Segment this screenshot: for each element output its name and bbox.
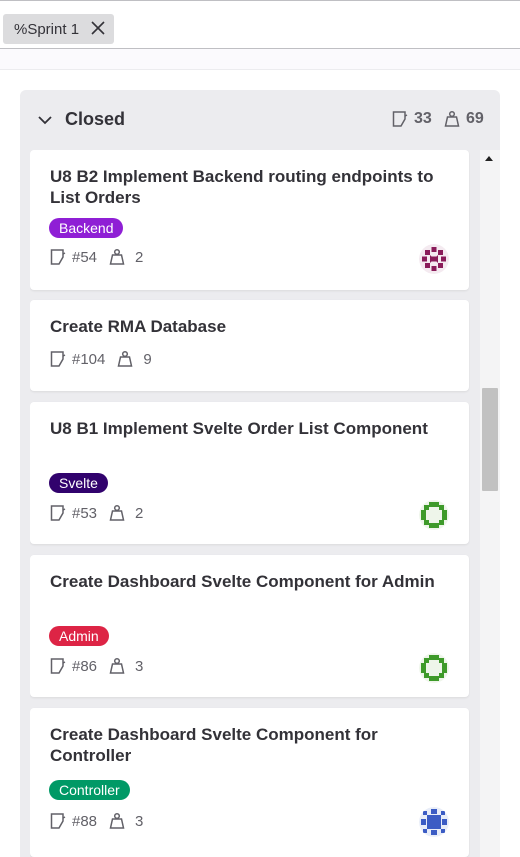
issue-card[interactable]: U8 B2 Implement Backend routing endpoint… — [30, 150, 469, 290]
issue-meta: #88 3 — [50, 812, 143, 830]
board-toolbar-strip — [0, 49, 520, 70]
weight-icon — [117, 350, 133, 367]
filter-bar: %Sprint 1 — [0, 0, 520, 49]
issue-count: 33 — [392, 110, 432, 128]
issue-meta: #53 2 — [50, 504, 143, 522]
weight-icon — [109, 657, 125, 674]
issue-title[interactable]: U8 B2 Implement Backend routing endpoint… — [50, 166, 440, 208]
issue-meta: #86 3 — [50, 657, 143, 675]
issue-weight: 2 — [135, 248, 144, 266]
issue-weight: 3 — [135, 657, 144, 675]
board-list-closed: Closed 33 69 U8 B2 Implement Backend rou… — [20, 90, 500, 857]
scroll-up-arrow-icon[interactable] — [485, 156, 493, 161]
issue-card[interactable]: U8 B1 Implement Svelte Order List Compon… — [30, 402, 469, 544]
assignee-avatar[interactable] — [419, 653, 449, 683]
milestone-filter-token[interactable]: %Sprint 1 — [3, 14, 114, 44]
card-list: U8 B2 Implement Backend routing endpoint… — [30, 150, 470, 857]
issue-meta: #104 9 — [50, 350, 152, 368]
filter-token-label: %Sprint 1 — [14, 20, 80, 38]
weight-icon — [109, 504, 125, 521]
label-admin[interactable]: Admin — [49, 626, 109, 646]
assignee-avatar[interactable] — [419, 244, 449, 274]
issues-icon — [50, 813, 66, 829]
issue-number: #88 — [72, 812, 98, 830]
issue-weight: 3 — [135, 812, 144, 830]
issue-weight: 2 — [135, 504, 144, 522]
assignee-avatar[interactable] — [419, 500, 449, 530]
issue-number: #86 — [72, 657, 98, 675]
vertical-scrollbar[interactable] — [480, 150, 500, 857]
issue-title[interactable]: Create Dashboard Svelte Component for Co… — [50, 724, 440, 766]
issue-weight: 9 — [143, 350, 152, 368]
issue-number: #104 — [72, 350, 106, 368]
issue-card[interactable]: Create RMA Database #104 9 — [30, 300, 469, 391]
issue-card[interactable]: Create Dashboard Svelte Component for Ad… — [30, 555, 469, 697]
issues-icon — [50, 351, 66, 367]
issue-number: #53 — [72, 504, 98, 522]
issues-icon — [50, 505, 66, 521]
issue-title[interactable]: U8 B1 Implement Svelte Order List Compon… — [50, 418, 440, 439]
weight-icon — [109, 248, 125, 265]
weight-icon — [444, 110, 460, 127]
weight-total: 69 — [444, 110, 484, 128]
issue-number: #54 — [72, 248, 98, 266]
list-header: Closed 33 69 — [20, 90, 500, 150]
close-icon[interactable] — [90, 20, 106, 36]
weight-total-value: 69 — [466, 110, 484, 127]
issues-icon — [50, 249, 66, 265]
weight-icon — [109, 812, 125, 829]
label-backend[interactable]: Backend — [49, 218, 124, 238]
scrollbar-thumb[interactable] — [482, 388, 498, 491]
issues-icon — [392, 111, 408, 127]
issue-title[interactable]: Create RMA Database — [50, 316, 440, 337]
assignee-avatar[interactable] — [419, 807, 449, 837]
issue-card[interactable]: Create Dashboard Svelte Component for Co… — [30, 708, 469, 857]
chevron-down-icon[interactable] — [37, 112, 53, 128]
issues-icon — [50, 658, 66, 674]
issue-count-value: 33 — [414, 110, 432, 127]
issue-title[interactable]: Create Dashboard Svelte Component for Ad… — [50, 571, 440, 592]
label-controller[interactable]: Controller — [49, 780, 130, 800]
list-title: Closed — [65, 109, 126, 129]
label-svelte[interactable]: Svelte — [49, 473, 108, 493]
issue-meta: #54 2 — [50, 248, 143, 266]
